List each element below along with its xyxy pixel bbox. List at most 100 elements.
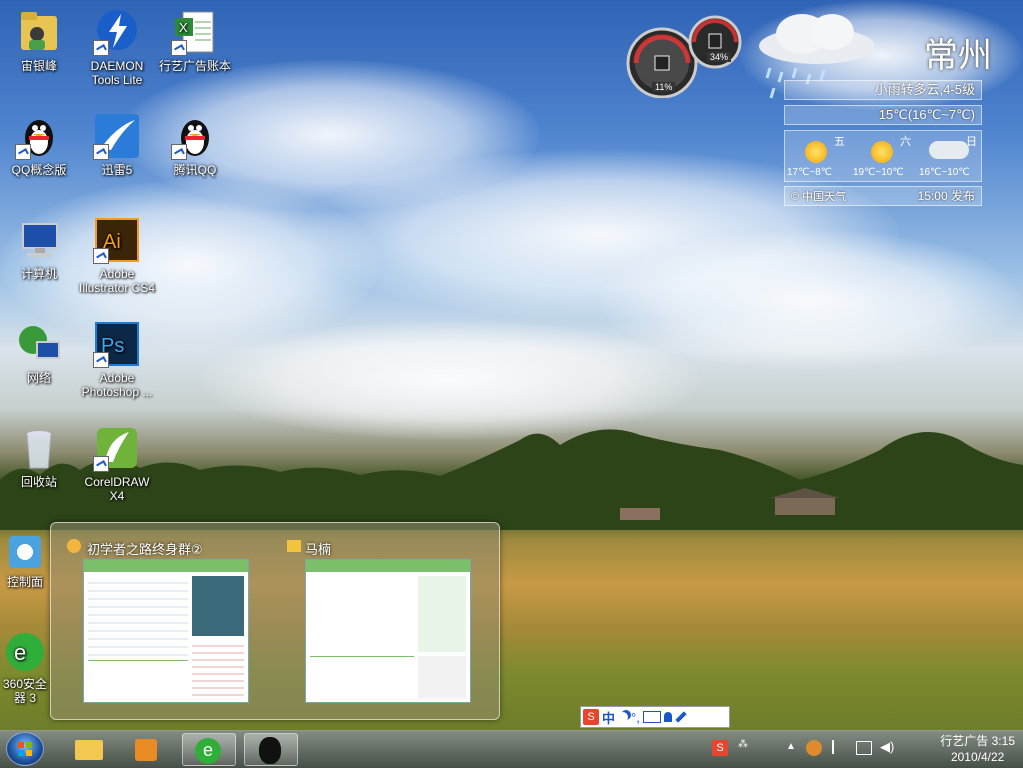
weather-source-link[interactable]: © 中国天气 bbox=[791, 191, 846, 203]
system-clock[interactable]: 行艺广告 3:15 2010/4/22 bbox=[940, 733, 1015, 765]
svg-text:e: e bbox=[14, 640, 26, 665]
network-tray-icon[interactable] bbox=[856, 741, 872, 755]
recycle-bin-icon bbox=[15, 424, 63, 472]
taskbar-explorer-button[interactable] bbox=[62, 733, 116, 766]
desktop-icon-computer[interactable]: 计算机 bbox=[0, 216, 78, 281]
desktop-icon-360-browser[interactable]: e 360安全 器 3 bbox=[0, 630, 50, 705]
computer-icon bbox=[15, 216, 63, 264]
shortcut-arrow-icon bbox=[15, 144, 31, 160]
sogou-logo-icon[interactable]: S bbox=[583, 709, 599, 725]
desktop-icon-network[interactable]: 网络 bbox=[0, 320, 78, 385]
icon-label: 回收站 bbox=[20, 475, 57, 489]
excel-sheet-icon: X bbox=[171, 8, 219, 56]
forecast-range: 17℃~8℃ bbox=[787, 167, 832, 178]
folder-icon bbox=[287, 540, 301, 552]
icon-label: QQ概念版 bbox=[11, 163, 67, 177]
start-button[interactable] bbox=[6, 732, 44, 766]
rain-cloud-icon bbox=[929, 141, 969, 159]
illustrator-icon: Ai bbox=[93, 216, 141, 264]
icon-label: CorelDRAW X4 bbox=[84, 475, 150, 503]
shortcut-arrow-icon bbox=[171, 144, 187, 160]
settings-wrench-icon[interactable] bbox=[675, 711, 687, 723]
punctuation-icon[interactable]: °, bbox=[631, 710, 640, 725]
weather-city: 常州 bbox=[924, 37, 992, 75]
desktop-icon-control-panel[interactable]: 控制面 bbox=[0, 532, 50, 589]
moon-icon[interactable] bbox=[618, 712, 628, 722]
thunder-icon bbox=[93, 112, 141, 160]
forecast-day-label: 五 bbox=[834, 136, 845, 148]
icon-label: 宙银峰 bbox=[20, 59, 57, 73]
desktop-icon-illustrator[interactable]: Ai Adobe Illustrator CS4 bbox=[78, 216, 156, 295]
shortcut-arrow-icon bbox=[93, 248, 109, 264]
weather-published: 15:00 发布 bbox=[917, 189, 975, 203]
icon-label: DAEMON Tools Lite bbox=[90, 59, 144, 87]
shortcut-arrow-icon bbox=[93, 352, 109, 368]
forecast-range: 16℃~10℃ bbox=[919, 167, 970, 178]
weather-gadget[interactable]: 常州 小雨转多云,4-5级 15℃(16℃~7℃) 五 17℃~8℃ 六 19℃… bbox=[742, 6, 992, 212]
coreldraw-icon bbox=[93, 424, 141, 472]
thumbnail-preview bbox=[83, 559, 249, 703]
flag-icon[interactable] bbox=[832, 740, 846, 754]
taskbar-thumbnail-popup: 初学者之路终身群② 马楠 bbox=[50, 522, 500, 720]
desktop-icon-excel-sheet[interactable]: X 行艺广告账本 bbox=[156, 8, 234, 73]
icon-label: 360安全 器 3 bbox=[2, 677, 48, 705]
qq-group-tray-icon[interactable] bbox=[806, 740, 822, 756]
forecast-day-label: 六 bbox=[900, 136, 911, 148]
desktop-icon-recycle-bin[interactable]: 回收站 bbox=[0, 424, 78, 489]
icon-label: 迅雷5 bbox=[101, 163, 133, 177]
sun-icon bbox=[805, 141, 827, 163]
weather-condition: 小雨转多云,4-5级 bbox=[784, 80, 982, 100]
ime-tray-icon[interactable]: ⁂ bbox=[738, 739, 748, 750]
user-icon[interactable] bbox=[663, 712, 672, 722]
icon-label: 行艺广告账本 bbox=[158, 59, 231, 73]
cpu-usage-value: 11% bbox=[652, 82, 676, 92]
keyboard-icon[interactable] bbox=[642, 711, 661, 723]
user-folder-icon bbox=[15, 8, 63, 56]
desktop-icon-qq-concept[interactable]: QQ概念版 bbox=[0, 112, 78, 177]
icon-label: 计算机 bbox=[20, 267, 57, 281]
forecast-day: 日 16℃~10℃ bbox=[917, 131, 983, 181]
ime-toolbar[interactable]: S 中 °, bbox=[580, 706, 730, 728]
media-player-icon bbox=[135, 739, 157, 761]
taskbar-media-player-button[interactable] bbox=[120, 733, 174, 766]
taskbar-360-browser-button[interactable]: e bbox=[182, 733, 236, 766]
desktop-icon-coreldraw[interactable]: CorelDRAW X4 bbox=[78, 424, 156, 503]
folder-icon bbox=[75, 740, 103, 760]
svg-text:X: X bbox=[179, 20, 188, 35]
weather-forecast: 五 17℃~8℃ 六 19℃~10℃ 日 16℃~10℃ bbox=[784, 130, 982, 182]
icon-label: Adobe Illustrator CS4 bbox=[78, 267, 156, 295]
windows-logo-icon bbox=[18, 742, 32, 756]
taskbar-qq-button[interactable] bbox=[244, 733, 298, 766]
desktop-icon-daemon-tools[interactable]: DAEMON Tools Lite bbox=[78, 8, 156, 87]
desktop-icon-photoshop[interactable]: Ps Adobe Photoshop ... bbox=[78, 320, 156, 399]
network-icon bbox=[15, 320, 63, 368]
qq-penguin-icon bbox=[171, 112, 219, 160]
browser-360-icon: e bbox=[3, 630, 47, 674]
show-hidden-icons-icon[interactable]: ▲ bbox=[786, 741, 796, 752]
shortcut-arrow-icon bbox=[93, 40, 109, 56]
sogou-tray-icon[interactable]: S bbox=[712, 740, 728, 756]
icon-label: Adobe Photoshop ... bbox=[81, 371, 153, 399]
desktop-icon-thunder[interactable]: 迅雷5 bbox=[78, 112, 156, 177]
sun-icon bbox=[871, 141, 893, 163]
desktop-icon-tencent-qq[interactable]: 腾讯QQ bbox=[156, 112, 234, 177]
clock-date: 2010/4/22 bbox=[950, 750, 1005, 764]
ime-mode-toggle[interactable]: 中 bbox=[602, 708, 615, 727]
shortcut-arrow-icon bbox=[171, 40, 187, 56]
qq-penguin-icon bbox=[259, 737, 281, 764]
forecast-day: 六 19℃~10℃ bbox=[851, 131, 917, 181]
volume-icon[interactable]: ◀) bbox=[880, 739, 894, 755]
forecast-day: 五 17℃~8℃ bbox=[785, 131, 851, 181]
cpu-meter-gadget[interactable]: 11% 34% bbox=[622, 8, 746, 99]
thumbnail-preview bbox=[305, 559, 471, 703]
weather-footer: © 中国天气 15:00 发布 bbox=[784, 186, 982, 206]
icon-label: 网络 bbox=[26, 371, 51, 385]
icon-label: 控制面 bbox=[6, 575, 43, 589]
thumbnail-title: 初学者之路终身群② bbox=[87, 542, 203, 557]
control-panel-icon bbox=[5, 532, 45, 572]
taskbar: e S ⁂ ▲ ◀) 行艺广告 3:15 2010/4/22 bbox=[0, 730, 1023, 768]
shortcut-arrow-icon bbox=[93, 144, 109, 160]
group-chat-icon bbox=[67, 539, 81, 553]
desktop-icon-user-folder[interactable]: 宙银峰 bbox=[0, 8, 78, 73]
shortcut-arrow-icon bbox=[93, 456, 109, 472]
